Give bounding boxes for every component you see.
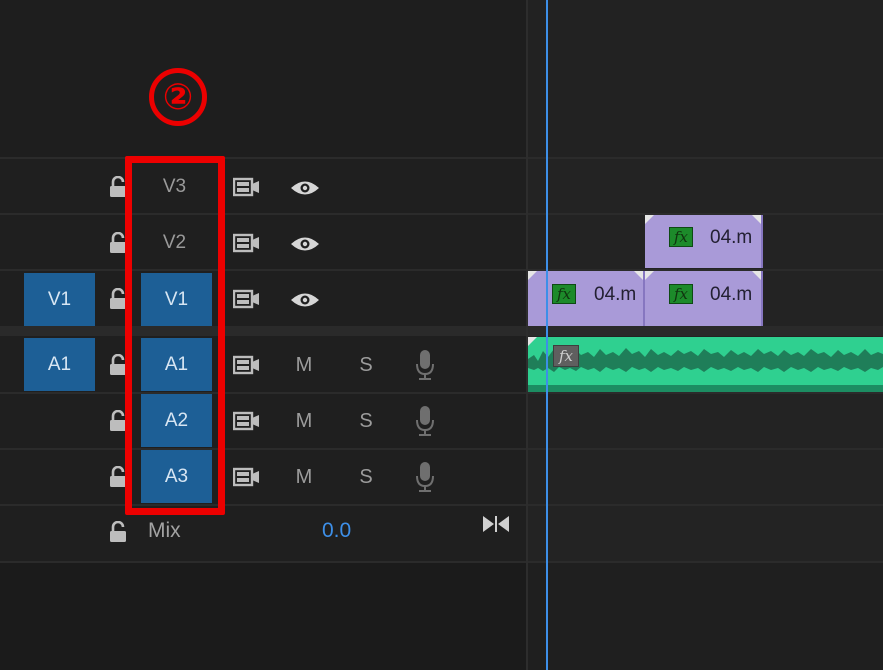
- timeline-header-panel: [0, 0, 527, 157]
- clip-corner-marker: [634, 271, 643, 280]
- sync-lock-icon[interactable]: [233, 233, 260, 253]
- eye-icon[interactable]: [290, 292, 320, 308]
- row-divider: [0, 561, 883, 563]
- clip-corner-marker: [752, 215, 761, 224]
- eye-icon[interactable]: [290, 236, 320, 252]
- mute-button-a2[interactable]: M: [289, 410, 319, 433]
- annotation-number-badge: ②: [149, 68, 207, 126]
- solo-button-a3[interactable]: S: [351, 466, 381, 489]
- mix-label: Mix: [148, 519, 181, 542]
- mute-button-a3[interactable]: M: [289, 466, 319, 489]
- track-headers-empty-area: [0, 562, 527, 670]
- clip-corner-marker: [645, 271, 654, 280]
- source-patch-a1[interactable]: A1: [24, 338, 95, 391]
- mix-volume-value[interactable]: 0.0: [322, 519, 351, 543]
- panel-divider[interactable]: [526, 0, 528, 670]
- clip-corner-marker: [645, 215, 654, 224]
- sync-lock-icon[interactable]: [233, 467, 260, 487]
- playhead-line[interactable]: [546, 0, 548, 670]
- video-clip[interactable]: fx 04.m: [645, 271, 763, 326]
- clip-corner-marker: [528, 271, 537, 280]
- audio-clip[interactable]: [528, 337, 883, 392]
- microphone-icon[interactable]: [415, 349, 435, 381]
- source-patch-v1[interactable]: V1: [24, 273, 95, 326]
- clip-name: 04.m: [710, 284, 753, 305]
- solo-button-a2[interactable]: S: [351, 410, 381, 433]
- timeline-empty-area: [528, 562, 883, 670]
- video-clip[interactable]: fx 04.m: [645, 215, 763, 268]
- fx-badge[interactable]: fx: [669, 284, 693, 304]
- highlight-box: [125, 156, 225, 515]
- sync-lock-icon[interactable]: [233, 355, 260, 375]
- clip-name: 04.m: [594, 284, 637, 305]
- mute-button-a1[interactable]: M: [289, 354, 319, 377]
- time-ruler-area[interactable]: [528, 0, 883, 157]
- fx-badge[interactable]: fx: [552, 284, 576, 304]
- sync-lock-icon[interactable]: [233, 177, 260, 197]
- sync-lock-icon[interactable]: [233, 289, 260, 309]
- go-to-in-out-icon[interactable]: [482, 514, 510, 534]
- microphone-icon[interactable]: [415, 461, 435, 493]
- solo-button-a1[interactable]: S: [351, 354, 381, 377]
- clip-name: 04.m: [710, 227, 753, 248]
- microphone-icon[interactable]: [415, 405, 435, 437]
- eye-icon[interactable]: [290, 180, 320, 196]
- fx-badge[interactable]: fx: [553, 345, 579, 367]
- sync-lock-icon[interactable]: [233, 411, 260, 431]
- audio-waveform: [528, 348, 883, 392]
- fx-badge[interactable]: fx: [669, 227, 693, 247]
- lock-open-icon[interactable]: [108, 521, 128, 543]
- clip-corner-marker: [752, 271, 761, 280]
- clip-corner-marker: [528, 337, 537, 346]
